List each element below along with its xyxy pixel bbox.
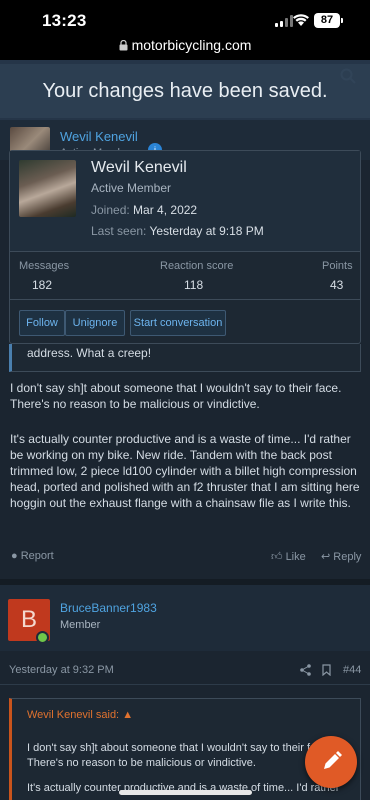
report-button[interactable]: ● Report (11, 550, 54, 562)
home-indicator (119, 790, 252, 795)
post-author-name[interactable]: BruceBanner1983 (60, 601, 157, 615)
divider (10, 299, 360, 300)
messages-label: Messages (19, 260, 70, 272)
post-header: B BruceBanner1983 Member (0, 585, 370, 651)
url-text: motorbicycling.com (131, 37, 252, 53)
like-button[interactable]: 👍︎ Like (271, 550, 306, 563)
wifi-icon (293, 14, 309, 26)
follow-button[interactable]: Follow (19, 310, 65, 336)
status-time: 13:23 (42, 11, 87, 30)
reply-label: Reply (333, 551, 362, 563)
member-name[interactable]: Wevil Kenevil (91, 159, 187, 177)
member-last-seen: Last seen: Yesterday at 9:18 PM (91, 224, 264, 238)
arrow-up-circle-icon: ▲ (122, 709, 134, 721)
messages-value[interactable]: 182 (32, 278, 52, 292)
pencil-icon (324, 751, 342, 769)
alert-icon: ● (11, 550, 18, 562)
member-joined: Joined: Mar 4, 2022 (91, 203, 198, 217)
member-tooltip-card: Wevil Kenevil Active Member Joined: Mar … (9, 150, 361, 344)
start-conversation-button[interactable]: Start conversation (130, 310, 226, 336)
member-avatar[interactable] (19, 160, 76, 217)
reaction-score-label: Reaction score (160, 260, 234, 272)
post-actions: ● Report 👍︎ Like ↩ Reply (0, 550, 370, 564)
reply-icon: ↩ (321, 551, 331, 563)
battery-tip (341, 18, 343, 23)
post-number[interactable]: #44 (343, 664, 361, 676)
quote-text: address. What a creep! (27, 346, 152, 360)
report-label: Report (20, 550, 54, 562)
post-author-title: Member (60, 619, 101, 631)
post-timestamp[interactable]: Yesterday at 9:32 PM (9, 664, 114, 676)
unignore-button[interactable]: Unignore (65, 310, 125, 336)
reaction-score-value[interactable]: 118 (184, 278, 203, 292)
browser-url-bar[interactable]: motorbicycling.com (0, 38, 370, 60)
share-icon[interactable] (300, 664, 311, 676)
divider (10, 251, 360, 252)
divider (0, 684, 370, 685)
online-status-icon (36, 631, 49, 644)
quote-block: address. What a creep! (9, 344, 361, 372)
post-paragraph: It's actually counter productive and is … (10, 432, 360, 510)
status-bar: 13:23 87 (0, 0, 370, 38)
quote-text: I don't say sh]t about someone that I wo… (27, 742, 331, 769)
compose-button[interactable] (305, 736, 357, 788)
quote-header[interactable]: Wevil Kenevil said: ▲ (27, 709, 133, 721)
points-label: Points (322, 260, 353, 272)
member-card-header: Wevil Kenevil Active Member Joined: Mar … (10, 151, 360, 251)
thumbs-up-icon: 👍︎ (271, 551, 283, 563)
post-paragraph: I don't say sh]t about someone that I wo… (10, 381, 342, 411)
post-author-name[interactable]: Wevil Kenevil (60, 129, 138, 144)
cellular-signal-icon (275, 15, 293, 27)
bookmark-icon[interactable] (322, 664, 331, 676)
member-title: Active Member (91, 181, 172, 195)
like-label: Like (285, 551, 306, 563)
points-value[interactable]: 43 (330, 278, 343, 292)
lock-icon (119, 40, 128, 51)
reply-button[interactable]: ↩ Reply (321, 550, 361, 563)
toast-message: Your changes have been saved. (0, 64, 370, 118)
battery-icon: 87 (314, 13, 340, 28)
